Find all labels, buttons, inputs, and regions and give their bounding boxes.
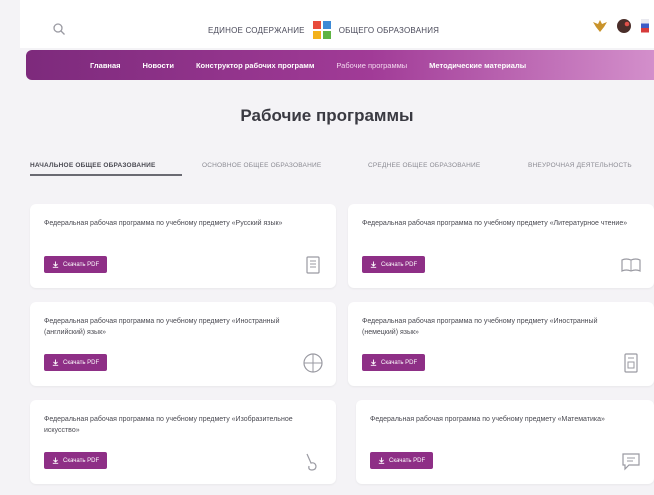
avatar-icon[interactable] [616,18,632,34]
program-card[interactable]: Федеральная рабочая программа по учебном… [348,302,654,386]
download-pdf-button[interactable]: Скачать PDF [362,256,426,273]
site-header: Единое содержание общего образования [20,0,654,48]
download-icon [370,359,377,366]
download-pdf-label: Скачать PDF [381,359,418,366]
book-icon [306,256,320,274]
download-pdf-button[interactable]: Скачать PDF [362,354,426,371]
download-pdf-button[interactable]: Скачать PDF [370,452,434,469]
download-icon [370,261,377,268]
chat-icon [622,453,640,471]
download-pdf-label: Скачать PDF [63,359,100,366]
program-card[interactable]: Федеральная рабочая программа по учебном… [348,204,654,288]
card-title: Федеральная рабочая программа по учебном… [44,416,293,434]
nav-item-methodical-materials[interactable]: Методические материалы [418,61,537,70]
active-tab-underline [30,174,182,176]
open-book-icon [621,258,641,272]
card-title: Федеральная рабочая программа по учебном… [44,318,280,336]
program-card[interactable]: Федеральная рабочая программа по учебном… [30,302,336,386]
brand-logo-icon [312,21,331,39]
nav-item-work-programs[interactable]: Рабочие программы [325,61,418,70]
download-pdf-label: Скачать PDF [389,457,426,464]
download-icon [52,261,59,268]
search-icon[interactable] [52,22,66,36]
program-card[interactable]: Федеральная рабочая программа по учебном… [30,204,336,288]
brand-text-right: общего образования [338,25,440,35]
nav-item-news[interactable]: Новости [132,61,185,70]
nav-item-constructor[interactable]: Конструктор рабочих программ [185,61,325,70]
emblem-icon [593,20,607,32]
tab-primary-education[interactable]: Начальное общее образование [30,162,156,169]
brush-icon [306,453,317,471]
page-title: Рабочие программы [240,106,414,125]
download-pdf-label: Скачать PDF [381,261,418,268]
download-pdf-label: Скачать PDF [63,261,100,268]
program-card[interactable]: Федеральная рабочая программа по учебном… [356,400,654,484]
brand-logo-block[interactable]: Единое содержание общего образования [208,20,439,40]
card-title: Федеральная рабочая программа по учебном… [44,220,283,227]
download-icon [378,457,385,464]
card-title: Федеральная рабочая программа по учебном… [362,318,598,336]
flag-icon[interactable] [640,18,650,34]
card-title: Федеральная рабочая программа по учебном… [370,416,605,423]
page: Единое содержание общего образования [0,0,654,495]
main-nav: Главная Новости Конструктор рабочих прог… [26,50,654,80]
tab-extracurricular[interactable]: Внеурочная деятельность [528,162,632,169]
globe-icon [303,353,323,373]
download-pdf-button[interactable]: Скачать PDF [44,452,108,469]
card-title: Федеральная рабочая программа по учебном… [362,220,628,227]
download-pdf-button[interactable]: Скачать PDF [44,256,108,273]
education-level-tabs: Начальное общее образование Основное общ… [30,160,654,182]
download-icon [52,359,59,366]
download-pdf-button[interactable]: Скачать PDF [44,354,108,371]
download-icon [52,457,59,464]
tab-secondary-education[interactable]: Среднее общее образование [368,162,480,169]
program-card[interactable]: Федеральная рабочая программа по учебном… [30,400,336,484]
tab-basic-education[interactable]: Основное общее образование [202,162,321,169]
download-pdf-label: Скачать PDF [63,457,100,464]
brand-text-left: Единое содержание [208,25,305,35]
document-icon [624,353,638,373]
nav-item-home[interactable]: Главная [26,61,132,70]
